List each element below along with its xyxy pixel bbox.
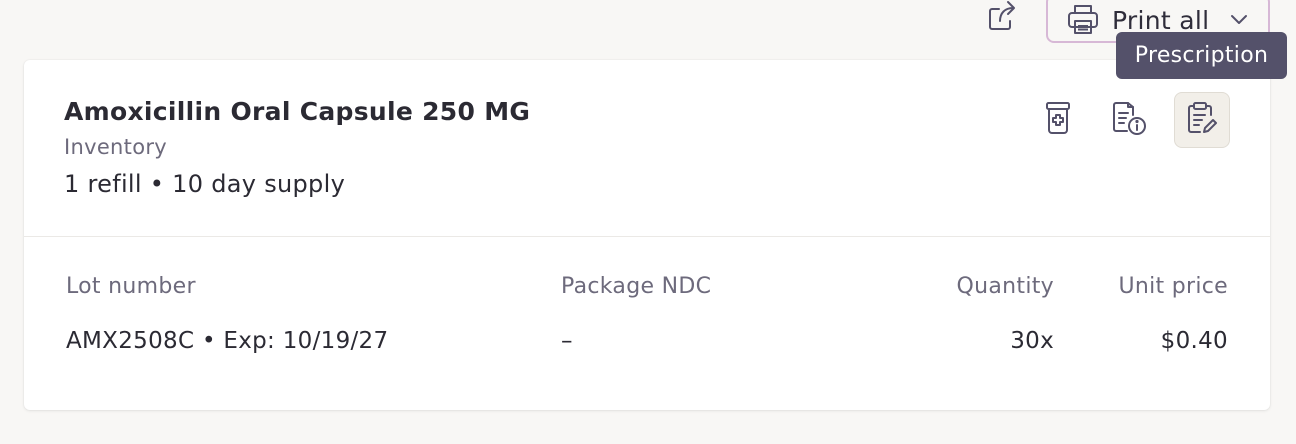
medication-header: Amoxicillin Oral Capsule 250 MG Inventor… [24, 60, 1270, 237]
print-all-label: Print all [1112, 6, 1210, 35]
prescription-tooltip: Prescription [1116, 32, 1287, 79]
medication-name: Amoxicillin Oral Capsule 250 MG [64, 97, 531, 126]
cell-package-ndc: – [561, 328, 573, 354]
medication-source: Inventory [64, 135, 168, 159]
cell-unit-price: $0.40 [1160, 328, 1228, 354]
header-unit-price: Unit price [1118, 274, 1228, 299]
header-lot-number: Lot number [66, 274, 196, 299]
printer-icon [1066, 3, 1100, 39]
share-button[interactable] [982, 0, 1022, 34]
cell-lot-number: AMX2508C • Exp: 10/19/27 [66, 328, 389, 354]
dispense-button[interactable] [1030, 92, 1086, 148]
cell-quantity: 30x [1010, 328, 1054, 354]
clipboard-edit-icon [1185, 101, 1219, 139]
medication-supply: 1 refill • 10 day supply [64, 170, 346, 198]
share-icon [987, 0, 1017, 35]
details-button[interactable] [1102, 92, 1158, 148]
chevron-down-icon[interactable] [1230, 10, 1248, 29]
header-quantity: Quantity [956, 274, 1054, 299]
prescription-button[interactable] [1174, 92, 1230, 148]
document-info-icon [1112, 101, 1148, 139]
medication-card: Amoxicillin Oral Capsule 250 MG Inventor… [24, 60, 1270, 410]
pharmacy-bottle-icon [1044, 101, 1072, 139]
toolbar: Print all [0, 0, 1296, 44]
header-package-ndc: Package NDC [561, 274, 712, 299]
